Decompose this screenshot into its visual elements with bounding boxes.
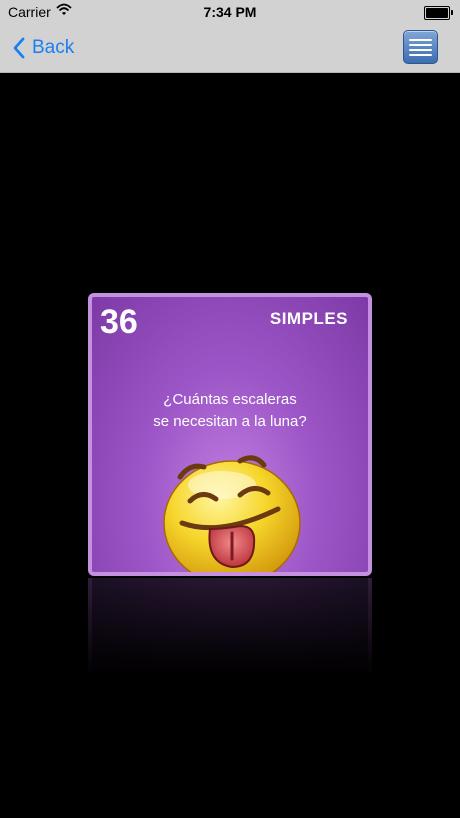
clock-time: 7:34 PM: [203, 4, 257, 20]
riddle-number: 36: [100, 303, 138, 341]
riddle-category: SIMPLES: [269, 309, 348, 328]
battery-icon: [424, 6, 453, 20]
chevron-left-icon: [13, 37, 25, 59]
card-reflection: [88, 578, 372, 678]
riddle-card[interactable]: 36 SIMPLES ¿Cuántas escaleras se necesit…: [88, 293, 372, 576]
tongue-out-emoji-icon: [160, 451, 304, 572]
navigation-bar: Back: [0, 24, 460, 73]
list-menu-button[interactable]: [403, 30, 438, 64]
back-label: Back: [32, 37, 75, 58]
status-bar: Carrier 7:34 PM: [0, 0, 460, 24]
question-line-1: ¿Cuántas escaleras: [163, 391, 297, 408]
riddle-question: ¿Cuántas escaleras se necesitan a la lun…: [92, 389, 368, 433]
back-button[interactable]: Back: [12, 34, 74, 62]
question-line-2: se necesitan a la luna?: [153, 413, 307, 430]
